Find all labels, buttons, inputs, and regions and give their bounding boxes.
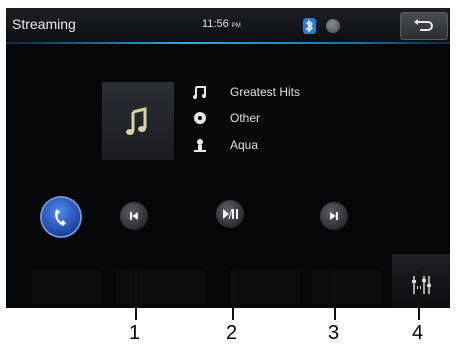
callout-line-2 — [232, 270, 234, 320]
bottom-bar-slot — [32, 270, 102, 304]
bluetooth-icon — [303, 18, 316, 34]
callout-label-2: 2 — [226, 322, 238, 344]
clock: 11:56 PM — [202, 18, 241, 30]
equalizer-icon — [412, 276, 431, 294]
artist-icon — [194, 139, 206, 152]
previous-track-icon — [130, 212, 138, 220]
equalizer-button[interactable] — [392, 254, 450, 308]
callout-line-1 — [135, 270, 137, 320]
callout-label-3: 3 — [328, 322, 340, 344]
clock-time: 11:56 — [202, 18, 229, 30]
callout-line-3 — [334, 270, 336, 320]
head-unit-screen: Streaming 11:56 PM Greatest Hits Other A… — [6, 8, 450, 308]
callout-label-4: 4 — [412, 322, 424, 344]
clock-ampm: PM — [231, 23, 241, 29]
header-divider — [6, 42, 450, 44]
bottom-bar-slot — [116, 270, 206, 304]
callout-line-4 — [418, 270, 420, 320]
album-art — [102, 82, 174, 160]
phone-button[interactable] — [42, 198, 80, 236]
artist-name: Aqua — [230, 138, 259, 152]
next-track-button[interactable] — [320, 202, 348, 230]
phone-icon — [55, 209, 66, 226]
bottom-bar-slot — [230, 270, 300, 304]
album-name: Greatest Hits — [230, 85, 301, 99]
page-title: Streaming — [12, 16, 76, 32]
genre-name: Other — [230, 111, 261, 125]
disc-icon — [194, 112, 206, 124]
back-button[interactable] — [400, 12, 448, 40]
next-track-icon — [330, 212, 338, 220]
status-indicator-icon — [326, 19, 340, 33]
play-pause-button[interactable] — [216, 200, 244, 228]
play-pause-icon — [223, 208, 238, 220]
header-bar: Streaming 11:56 PM — [6, 8, 450, 42]
previous-track-button[interactable] — [120, 202, 148, 230]
bottom-bar-slot — [312, 270, 382, 304]
back-arrow-icon — [414, 19, 433, 31]
album-note-icon — [193, 86, 206, 99]
callout-label-1: 1 — [129, 322, 141, 344]
music-note-icon — [126, 107, 147, 135]
